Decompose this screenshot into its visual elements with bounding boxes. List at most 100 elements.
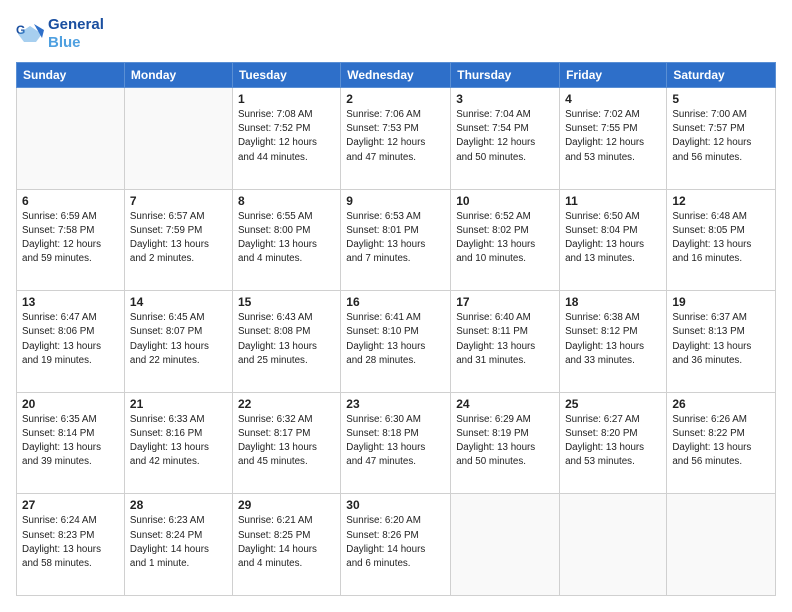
day-number: 2: [346, 92, 445, 106]
calendar-cell: 13Sunrise: 6:47 AM Sunset: 8:06 PM Dayli…: [17, 291, 125, 393]
calendar-cell: 22 Sunrise: 6:32 AM Sunset: 8:17 PM Dayli…: [232, 392, 340, 494]
calendar-cell: 17 Sunrise: 6:40 AM Sunset: 8:11 PM Dayli…: [451, 291, 560, 393]
calendar-cell: [124, 88, 232, 190]
calendar-cell: 5Sunrise: 7:00 AM Sunset: 7:57 PM Daylig…: [667, 88, 776, 190]
day-number: 16: [346, 295, 445, 309]
day-info: Sunrise: 6:57 AM Sunset: 7:59 PM Dayligh…: [130, 210, 227, 267]
day-number: 22: [238, 397, 335, 411]
calendar-cell: 6Sunrise: 6:59 AM Sunset: 7:58 PM Daylig…: [17, 189, 125, 291]
day-info: Sunrise: 7:04 AM Sunset: 7:54 PM Dayligh…: [456, 108, 554, 165]
calendar-week-row: 20Sunrise: 6:35 AM Sunset: 8:14 PM Dayli…: [17, 392, 776, 494]
day-info: Sunrise: 6:20 AM Sunset: 8:26 PM Dayligh…: [346, 514, 445, 571]
day-info: Sunrise: 7:06 AM Sunset: 7:53 PM Dayligh…: [346, 108, 445, 165]
calendar-cell: 24 Sunrise: 6:29 AM Sunset: 8:19 PM Dayli…: [451, 392, 560, 494]
day-info: Sunrise: 7:02 AM Sunset: 7:55 PM Dayligh…: [565, 108, 661, 165]
calendar-cell: 23 Sunrise: 6:30 AM Sunset: 8:18 PM Dayli…: [341, 392, 451, 494]
calendar-cell: [451, 494, 560, 596]
calendar-cell: 12 Sunrise: 6:48 AM Sunset: 8:05 PM Dayli…: [667, 189, 776, 291]
day-info: Sunrise: 6:43 AM Sunset: 8:08 PM Dayligh…: [238, 311, 335, 368]
day-number: 11: [565, 194, 661, 208]
day-number: 26: [672, 397, 770, 411]
day-number: 27: [22, 498, 119, 512]
day-number: 4: [565, 92, 661, 106]
day-info: Sunrise: 6:47 AM Sunset: 8:06 PM Dayligh…: [22, 311, 119, 368]
logo-icon: G: [16, 20, 44, 48]
day-number: 3: [456, 92, 554, 106]
calendar-cell: 18 Sunrise: 6:38 AM Sunset: 8:12 PM Dayli…: [560, 291, 667, 393]
day-of-week-header: Thursday: [451, 63, 560, 88]
calendar-week-row: 13Sunrise: 6:47 AM Sunset: 8:06 PM Dayli…: [17, 291, 776, 393]
calendar-cell: 8 Sunrise: 6:55 AM Sunset: 8:00 PM Daylig…: [232, 189, 340, 291]
calendar-cell: 14Sunrise: 6:45 AM Sunset: 8:07 PM Dayli…: [124, 291, 232, 393]
day-info: Sunrise: 6:38 AM Sunset: 8:12 PM Dayligh…: [565, 311, 661, 368]
calendar-cell: 16 Sunrise: 6:41 AM Sunset: 8:10 PM Dayli…: [341, 291, 451, 393]
calendar-cell: 4 Sunrise: 7:02 AM Sunset: 7:55 PM Daylig…: [560, 88, 667, 190]
days-of-week-row: SundayMondayTuesdayWednesdayThursdayFrid…: [17, 63, 776, 88]
calendar-cell: 9 Sunrise: 6:53 AM Sunset: 8:01 PM Daylig…: [341, 189, 451, 291]
day-info: Sunrise: 6:48 AM Sunset: 8:05 PM Dayligh…: [672, 210, 770, 267]
day-number: 30: [346, 498, 445, 512]
day-number: 28: [130, 498, 227, 512]
logo-blue: Blue: [48, 34, 104, 52]
day-number: 29: [238, 498, 335, 512]
calendar-table: SundayMondayTuesdayWednesdayThursdayFrid…: [16, 62, 776, 596]
day-info: Sunrise: 6:55 AM Sunset: 8:00 PM Dayligh…: [238, 210, 335, 267]
calendar-cell: [667, 494, 776, 596]
day-number: 17: [456, 295, 554, 309]
day-info: Sunrise: 6:53 AM Sunset: 8:01 PM Dayligh…: [346, 210, 445, 267]
day-of-week-header: Sunday: [17, 63, 125, 88]
calendar-cell: [17, 88, 125, 190]
day-info: Sunrise: 6:26 AM Sunset: 8:22 PM Dayligh…: [672, 413, 770, 470]
calendar-week-row: 1 Sunrise: 7:08 AM Sunset: 7:52 PM Daylig…: [17, 88, 776, 190]
day-number: 7: [130, 194, 227, 208]
calendar-cell: 29 Sunrise: 6:21 AM Sunset: 8:25 PM Dayli…: [232, 494, 340, 596]
calendar-cell: 25Sunrise: 6:27 AM Sunset: 8:20 PM Dayli…: [560, 392, 667, 494]
calendar-week-row: 27 Sunrise: 6:24 AM Sunset: 8:23 PM Dayli…: [17, 494, 776, 596]
day-info: Sunrise: 7:00 AM Sunset: 7:57 PM Dayligh…: [672, 108, 770, 165]
day-info: Sunrise: 6:37 AM Sunset: 8:13 PM Dayligh…: [672, 311, 770, 368]
day-number: 1: [238, 92, 335, 106]
day-number: 9: [346, 194, 445, 208]
logo-general: General: [48, 16, 104, 34]
day-number: 10: [456, 194, 554, 208]
day-info: Sunrise: 6:21 AM Sunset: 8:25 PM Dayligh…: [238, 514, 335, 571]
day-of-week-header: Saturday: [667, 63, 776, 88]
calendar-cell: [560, 494, 667, 596]
calendar-cell: 11Sunrise: 6:50 AM Sunset: 8:04 PM Dayli…: [560, 189, 667, 291]
day-info: Sunrise: 6:40 AM Sunset: 8:11 PM Dayligh…: [456, 311, 554, 368]
day-number: 18: [565, 295, 661, 309]
day-info: Sunrise: 6:41 AM Sunset: 8:10 PM Dayligh…: [346, 311, 445, 368]
day-info: Sunrise: 6:32 AM Sunset: 8:17 PM Dayligh…: [238, 413, 335, 470]
day-info: Sunrise: 7:08 AM Sunset: 7:52 PM Dayligh…: [238, 108, 335, 165]
calendar-cell: 10 Sunrise: 6:52 AM Sunset: 8:02 PM Dayli…: [451, 189, 560, 291]
day-of-week-header: Friday: [560, 63, 667, 88]
calendar-cell: 3 Sunrise: 7:04 AM Sunset: 7:54 PM Daylig…: [451, 88, 560, 190]
page-header: G General Blue: [16, 16, 776, 52]
day-info: Sunrise: 6:59 AM Sunset: 7:58 PM Dayligh…: [22, 210, 119, 267]
calendar-cell: 20Sunrise: 6:35 AM Sunset: 8:14 PM Dayli…: [17, 392, 125, 494]
day-info: Sunrise: 6:33 AM Sunset: 8:16 PM Dayligh…: [130, 413, 227, 470]
calendar-cell: 21 Sunrise: 6:33 AM Sunset: 8:16 PM Dayli…: [124, 392, 232, 494]
calendar-cell: 7 Sunrise: 6:57 AM Sunset: 7:59 PM Daylig…: [124, 189, 232, 291]
day-info: Sunrise: 6:24 AM Sunset: 8:23 PM Dayligh…: [22, 514, 119, 571]
day-number: 24: [456, 397, 554, 411]
day-of-week-header: Tuesday: [232, 63, 340, 88]
calendar-cell: 30 Sunrise: 6:20 AM Sunset: 8:26 PM Dayli…: [341, 494, 451, 596]
day-info: Sunrise: 6:45 AM Sunset: 8:07 PM Dayligh…: [130, 311, 227, 368]
calendar-cell: 19Sunrise: 6:37 AM Sunset: 8:13 PM Dayli…: [667, 291, 776, 393]
day-number: 23: [346, 397, 445, 411]
day-info: Sunrise: 6:23 AM Sunset: 8:24 PM Dayligh…: [130, 514, 227, 571]
day-info: Sunrise: 6:29 AM Sunset: 8:19 PM Dayligh…: [456, 413, 554, 470]
day-of-week-header: Wednesday: [341, 63, 451, 88]
day-number: 21: [130, 397, 227, 411]
calendar-cell: 26 Sunrise: 6:26 AM Sunset: 8:22 PM Dayli…: [667, 392, 776, 494]
day-of-week-header: Monday: [124, 63, 232, 88]
calendar-cell: 1 Sunrise: 7:08 AM Sunset: 7:52 PM Daylig…: [232, 88, 340, 190]
calendar-cell: 27 Sunrise: 6:24 AM Sunset: 8:23 PM Dayli…: [17, 494, 125, 596]
day-number: 8: [238, 194, 335, 208]
calendar-cell: 2 Sunrise: 7:06 AM Sunset: 7:53 PM Daylig…: [341, 88, 451, 190]
day-info: Sunrise: 6:35 AM Sunset: 8:14 PM Dayligh…: [22, 413, 119, 470]
day-number: 12: [672, 194, 770, 208]
day-info: Sunrise: 6:30 AM Sunset: 8:18 PM Dayligh…: [346, 413, 445, 470]
day-info: Sunrise: 6:52 AM Sunset: 8:02 PM Dayligh…: [456, 210, 554, 267]
